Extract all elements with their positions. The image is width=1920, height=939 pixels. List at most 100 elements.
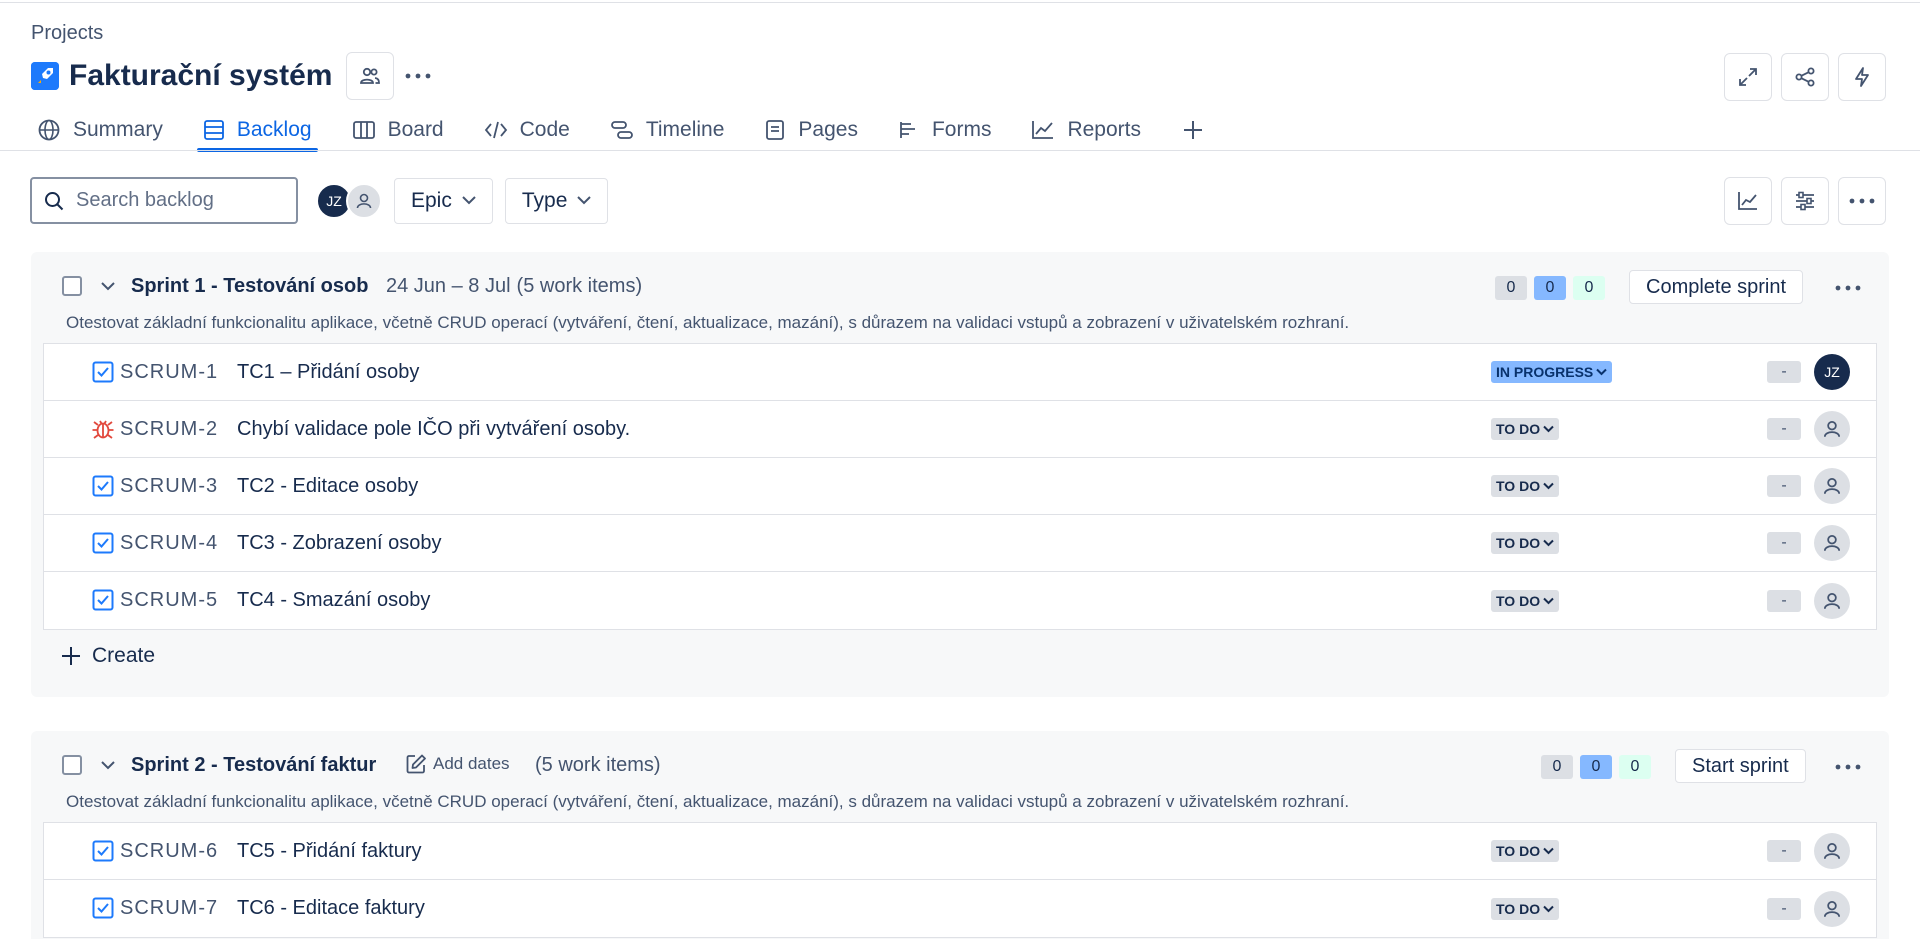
table-row[interactable]: SCRUM-4 TC3 - Zobrazení osoby TO DO - [44, 515, 1876, 572]
more-icon[interactable] [1835, 285, 1861, 291]
create-item-button[interactable]: Create [60, 644, 155, 668]
chevron-down-icon[interactable] [100, 281, 116, 291]
chevron-down-icon[interactable] [100, 760, 116, 770]
expand-icon [1739, 68, 1757, 86]
work-item-key[interactable]: SCRUM-2 [120, 418, 218, 441]
table-row[interactable]: SCRUM-3 TC2 - Editace osoby TO DO - [44, 458, 1876, 515]
tab-summary[interactable]: Summary [31, 110, 169, 150]
type-filter-button[interactable]: Type [504, 177, 609, 224]
tab-reports[interactable]: Reports [1025, 110, 1147, 150]
status-dropdown[interactable]: TO DO [1491, 418, 1560, 440]
chevron-down-icon [577, 196, 592, 205]
work-item-key[interactable]: SCRUM-7 [120, 897, 218, 920]
assignee-avatar[interactable] [1814, 890, 1850, 927]
estimate-badge[interactable]: - [1767, 840, 1801, 862]
assignee-avatar[interactable] [1814, 525, 1850, 561]
tab-board[interactable]: Board [346, 110, 450, 150]
sprint-2-items: SCRUM-6 TC5 - Přidání faktury TO DO - SC… [43, 822, 1877, 938]
todo-count-badge: 0 [1495, 276, 1527, 300]
work-item-key[interactable]: SCRUM-1 [120, 361, 218, 384]
more-actions-button[interactable] [394, 52, 443, 100]
top-border [0, 0, 1920, 3]
person-icon [1823, 420, 1841, 437]
table-row[interactable]: SCRUM-5 TC4 - Smazání osoby TO DO - [44, 572, 1876, 629]
tab-code[interactable]: Code [478, 110, 576, 150]
sprint-name[interactable]: Sprint 2 - Testování faktur [131, 754, 376, 777]
type-filter-label: Type [521, 188, 568, 212]
assignee-avatar[interactable] [1814, 582, 1850, 619]
work-item-key[interactable]: SCRUM-5 [120, 589, 218, 612]
estimate-badge[interactable]: - [1767, 532, 1801, 554]
estimate-badge[interactable]: - [1767, 361, 1801, 383]
tab-backlog[interactable]: Backlog [196, 110, 318, 152]
start-sprint-button[interactable]: Start sprint [1675, 749, 1806, 783]
table-row[interactable]: SCRUM-1 TC1 – Přidání osoby IN PROGRESS … [44, 344, 1876, 401]
breadcrumb[interactable]: Projects [31, 22, 103, 45]
status-dropdown[interactable]: TO DO [1491, 532, 1560, 554]
work-item-summary[interactable]: TC6 - Editace faktury [237, 897, 425, 920]
fullscreen-button[interactable] [1724, 53, 1772, 101]
estimate-badge[interactable]: - [1767, 589, 1801, 612]
estimate-badge[interactable]: - [1767, 475, 1801, 497]
avatar-filter-unassigned[interactable] [346, 182, 382, 219]
automation-button[interactable] [1838, 53, 1886, 101]
sprint-checkbox[interactable] [62, 755, 82, 775]
table-row[interactable]: SCRUM-6 TC5 - Přidání faktury TO DO - [44, 823, 1876, 880]
table-row[interactable]: SCRUM-7 TC6 - Editace faktury TO DO - [44, 880, 1876, 937]
todo-count-badge: 0 [1541, 755, 1573, 779]
view-settings-button[interactable] [1781, 177, 1829, 225]
add-dates-button[interactable]: Add dates [405, 753, 510, 775]
page-title: Fakturační systém [69, 59, 333, 92]
status-dropdown[interactable]: TO DO [1491, 840, 1560, 862]
estimate-badge[interactable]: - [1767, 897, 1801, 920]
task-checkbox-icon [92, 361, 114, 383]
person-icon [1823, 592, 1841, 609]
assignee-avatar[interactable] [1814, 411, 1850, 447]
estimate-badge[interactable]: - [1767, 418, 1801, 440]
share-button[interactable] [1781, 53, 1829, 101]
sprint-checkbox[interactable] [62, 276, 82, 296]
tab-label: Reports [1067, 118, 1141, 141]
chevron-down-icon [1543, 597, 1554, 604]
status-dropdown[interactable]: TO DO [1491, 589, 1560, 612]
sprint-goal: Otestovat základní funkcionalitu aplikac… [66, 792, 1350, 811]
tab-pages[interactable]: Pages [758, 110, 864, 150]
work-item-summary[interactable]: TC4 - Smazání osoby [237, 589, 430, 612]
plus-icon [62, 647, 80, 665]
work-item-summary[interactable]: TC3 - Zobrazení osoby [237, 532, 442, 555]
reports-icon [1032, 121, 1054, 139]
chevron-down-icon [1543, 425, 1554, 433]
work-item-key[interactable]: SCRUM-3 [120, 475, 218, 498]
tab-timeline[interactable]: Timeline [604, 110, 731, 150]
status-label: TO DO [1496, 843, 1541, 859]
backlog-more-button[interactable] [1838, 177, 1886, 225]
epic-filter-button[interactable]: Epic [394, 177, 493, 224]
work-item-summary[interactable]: TC5 - Přidání faktury [237, 840, 422, 863]
assignee-avatar[interactable] [1814, 833, 1850, 869]
table-row[interactable]: SCRUM-2 Chybí validace pole IČO při vytv… [44, 401, 1876, 458]
tab-forms[interactable]: Forms [892, 110, 998, 150]
complete-sprint-button[interactable]: Complete sprint [1629, 270, 1804, 304]
team-button[interactable] [346, 52, 395, 100]
status-dropdown[interactable]: TO DO [1491, 897, 1560, 920]
sprint-name[interactable]: Sprint 1 - Testování osob [131, 275, 368, 298]
more-icon[interactable] [1835, 764, 1861, 770]
work-item-summary[interactable]: TC2 - Editace osoby [237, 475, 418, 498]
done-count-badge: 0 [1619, 755, 1651, 779]
insights-button[interactable] [1724, 177, 1772, 225]
work-item-key[interactable]: SCRUM-4 [120, 532, 218, 555]
work-item-summary[interactable]: Chybí validace pole IČO při vytváření os… [237, 418, 630, 441]
work-item-summary[interactable]: TC1 – Přidání osoby [237, 361, 419, 384]
search-input[interactable]: Search backlog [30, 177, 298, 224]
chevron-down-icon [462, 196, 476, 205]
assignee-avatar[interactable]: JZ [1814, 354, 1850, 390]
work-item-key[interactable]: SCRUM-6 [120, 840, 218, 863]
add-tab-button[interactable] [1175, 110, 1223, 150]
assignee-avatar[interactable] [1814, 468, 1850, 504]
bug-icon [92, 420, 114, 439]
status-dropdown[interactable]: IN PROGRESS [1491, 361, 1613, 383]
create-label: Create [92, 644, 156, 667]
lightning-icon [1855, 67, 1869, 87]
chevron-down-icon [1543, 905, 1554, 912]
status-dropdown[interactable]: TO DO [1491, 475, 1560, 497]
